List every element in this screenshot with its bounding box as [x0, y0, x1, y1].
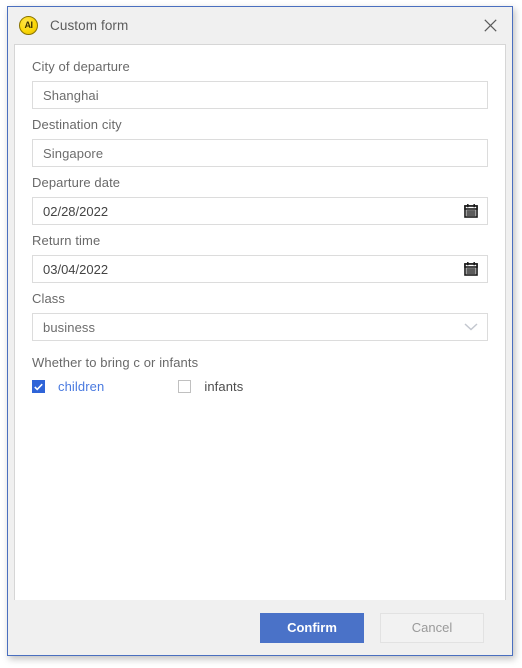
dialog-title: Custom form: [50, 18, 129, 33]
input-departure-date[interactable]: 02/28/2022: [32, 197, 488, 225]
checkbox-children[interactable]: children: [32, 379, 104, 394]
chevron-down-icon[interactable]: [464, 323, 478, 332]
select-class[interactable]: business: [32, 313, 488, 341]
checkbox-children-label: children: [58, 379, 105, 394]
value-class: business: [43, 319, 96, 335]
field-destination-city: Destination city Singapore: [32, 117, 488, 167]
checkbox-children-box[interactable]: [32, 380, 45, 393]
field-bring-children-or-infants: Whether to bring c or infants children i: [32, 355, 488, 394]
field-city-of-departure: City of departure Shanghai: [32, 59, 488, 109]
calendar-icon[interactable]: [464, 262, 478, 277]
checkbox-row: children infants: [32, 379, 488, 394]
field-return-time: Return time 03/04/2022: [32, 233, 488, 283]
input-destination-city[interactable]: Singapore: [32, 139, 488, 167]
value-destination-city: Singapore: [43, 145, 104, 161]
check-icon: [34, 383, 43, 391]
cancel-button[interactable]: Cancel: [380, 612, 484, 643]
input-city-of-departure[interactable]: Shanghai: [32, 81, 488, 109]
field-departure-date: Departure date 02/28/2022: [32, 175, 488, 225]
confirm-button[interactable]: Confirm: [260, 612, 364, 643]
value-departure-date: 02/28/2022: [43, 203, 109, 219]
checkbox-infants-box[interactable]: [178, 380, 192, 393]
label-destination-city: Destination city: [32, 117, 122, 132]
close-icon: [483, 19, 497, 32]
value-return-time: 03/04/2022: [43, 261, 109, 277]
checkbox-infants-label: infants: [204, 379, 244, 394]
ai-badge-icon: AI: [19, 16, 38, 35]
field-class: Class business: [32, 291, 488, 341]
value-city-of-departure: Shanghai: [43, 87, 99, 103]
label-city-of-departure: City of departure: [32, 59, 130, 74]
label-class: Class: [32, 291, 66, 306]
label-bring-children-or-infants: Whether to bring c or infants: [32, 355, 199, 370]
custom-form-dialog: AI Custom form City of departure Shangha…: [7, 6, 513, 656]
checkbox-infants[interactable]: infants: [178, 379, 243, 394]
dialog-titlebar: AI Custom form: [8, 7, 512, 44]
input-return-time[interactable]: 03/04/2022: [32, 255, 488, 283]
dialog-footer: Confirm Cancel: [8, 600, 512, 655]
label-departure-date: Departure date: [32, 175, 121, 190]
close-button[interactable]: [468, 7, 512, 44]
label-return-time: Return time: [32, 233, 101, 248]
calendar-icon[interactable]: [464, 204, 478, 219]
form-content: City of departure Shanghai Destination c…: [14, 44, 506, 600]
